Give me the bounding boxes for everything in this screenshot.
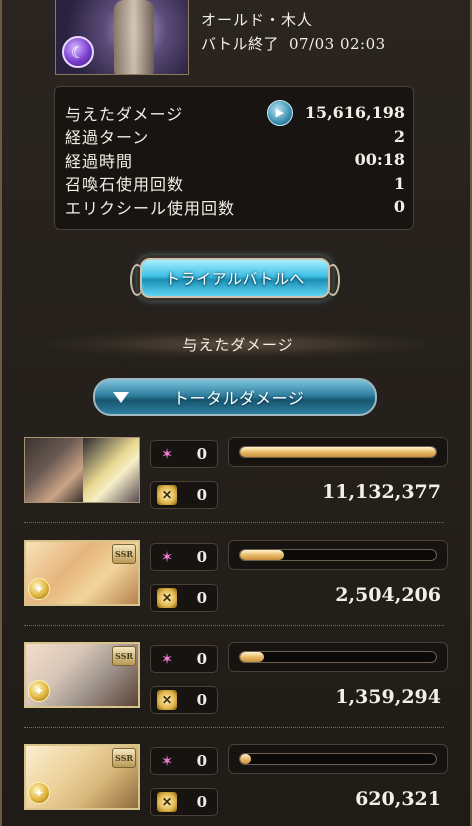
chain-burst-icon: ✕ <box>157 792 177 812</box>
summary-label: 召喚石使用回数 <box>65 175 185 195</box>
battle-datetime: 07/03 02:03 <box>288 35 386 53</box>
portrait-right <box>83 438 139 502</box>
damage-value: 2,504,206 <box>335 584 441 606</box>
ssr-badge: SSR <box>112 544 136 564</box>
dropdown-label: トータルダメージ <box>173 389 305 408</box>
character-row: SSR ✦ ✶ 0 ✕ 0 620,321 <box>24 744 449 824</box>
ssr-badge: SSR <box>112 748 136 768</box>
row-divider <box>24 727 444 728</box>
damage-bar-fill <box>240 550 285 560</box>
light-element-icon: ✦ <box>28 680 50 702</box>
light-element-icon: ✦ <box>28 782 50 804</box>
ougi-count-value: 0 <box>196 445 207 463</box>
chain-count: ✕ 0 <box>150 686 218 714</box>
chain-count: ✕ 0 <box>150 481 218 509</box>
ougi-count-value: 0 <box>196 752 207 770</box>
damage-value: 11,132,377 <box>322 481 441 503</box>
chain-burst-icon: ✕ <box>157 485 177 505</box>
ougi-count: ✶ 0 <box>150 747 218 775</box>
total-damage-dropdown[interactable]: トータルダメージ <box>93 378 377 416</box>
damage-bar-track <box>239 446 437 458</box>
character-portrait[interactable]: SSR ✦ <box>24 744 140 810</box>
damage-bar-track <box>239 549 437 561</box>
damage-bar-fill <box>240 754 251 764</box>
character-portrait[interactable] <box>24 437 140 503</box>
play-icon[interactable]: ▶ <box>266 99 293 126</box>
chain-count-value: 0 <box>196 691 207 709</box>
character-row: SSR ✦ ✶ 0 ✕ 0 2,504,206 <box>24 540 449 620</box>
summary-label: エリクシール使用回数 <box>65 198 236 218</box>
summary-row-turns: 経過ターン 2 <box>65 125 405 149</box>
character-row: SSR ✦ ✶ 0 ✕ 0 1,359,294 <box>24 642 449 722</box>
summary-row-time: 経過時間 00:18 <box>65 148 405 172</box>
boss-figure <box>114 0 154 74</box>
summary-label: 与えたダメージ <box>65 104 184 124</box>
battle-status: バトル終了 07/03 02:03 <box>201 33 386 54</box>
ougi-star-icon: ✶ <box>160 650 174 668</box>
light-element-icon: ✦ <box>28 578 50 600</box>
summary-value: 00:18 <box>354 150 405 170</box>
character-portrait[interactable]: SSR ✦ <box>24 540 140 606</box>
summary-value: 0 <box>393 197 405 217</box>
ougi-star-icon: ✶ <box>160 445 174 463</box>
damage-value: 620,321 <box>355 788 441 810</box>
chain-burst-icon: ✕ <box>157 588 177 608</box>
summary-value: 1 <box>393 173 405 193</box>
ougi-count: ✶ 0 <box>150 645 218 673</box>
damage-bar <box>228 437 448 467</box>
damage-bar <box>228 540 448 570</box>
row-divider <box>24 625 444 626</box>
damage-bar-track <box>239 651 437 663</box>
chain-burst-icon: ✕ <box>157 690 177 710</box>
quest-thumbnail: ☾ <box>55 0 189 75</box>
character-row: ✶ 0 ✕ 0 11,132,377 <box>24 437 449 517</box>
portrait-left <box>25 438 83 502</box>
ssr-badge: SSR <box>112 646 136 666</box>
character-portrait[interactable]: SSR ✦ <box>24 642 140 708</box>
chain-count: ✕ 0 <box>150 584 218 612</box>
ougi-star-icon: ✶ <box>160 752 174 770</box>
chain-count-value: 0 <box>196 589 207 607</box>
section-title: 与えたダメージ <box>46 330 430 358</box>
result-screen: ☾ オールド・木人 バトル終了 07/03 02:03 与えたダメージ ▶ 15,… <box>0 0 472 826</box>
damage-bar-fill <box>240 652 264 662</box>
summary-damage-value-wrap: ▶ 15,616,198 <box>266 99 405 126</box>
quest-name: オールド・木人 <box>201 11 314 29</box>
damage-bar-track <box>239 753 437 765</box>
trial-battle-button[interactable]: トライアルバトルへ <box>130 258 340 298</box>
summary-value: 15,616,198 <box>304 103 405 123</box>
damage-bar <box>228 642 448 672</box>
damage-bar-fill <box>240 447 436 457</box>
ougi-count: ✶ 0 <box>150 440 218 468</box>
damage-value: 1,359,294 <box>335 686 441 708</box>
summary-row-summons: 召喚石使用回数 1 <box>65 172 405 196</box>
triangle-down-icon <box>113 391 129 403</box>
damage-bar <box>228 744 448 774</box>
ougi-count: ✶ 0 <box>150 543 218 571</box>
chain-count-value: 0 <box>196 486 207 504</box>
summary-label: 経過ターン <box>65 128 150 148</box>
summary-row-elixirs: エリクシール使用回数 0 <box>65 195 405 219</box>
row-divider <box>24 522 444 523</box>
summary-label: 経過時間 <box>65 151 134 171</box>
chain-count-value: 0 <box>196 793 207 811</box>
battle-summary: 与えたダメージ ▶ 15,616,198 経過ターン 2 経過時間 00:18 … <box>54 86 414 230</box>
summary-value: 2 <box>393 126 405 146</box>
battle-status-label: バトル終了 <box>201 35 279 53</box>
ougi-star-icon: ✶ <box>160 548 174 566</box>
ougi-count-value: 0 <box>196 650 207 668</box>
chain-count: ✕ 0 <box>150 788 218 816</box>
dark-element-icon: ☾ <box>62 36 94 68</box>
summary-row-damage: 与えたダメージ ▶ 15,616,198 <box>65 99 405 126</box>
ougi-count-value: 0 <box>196 548 207 566</box>
